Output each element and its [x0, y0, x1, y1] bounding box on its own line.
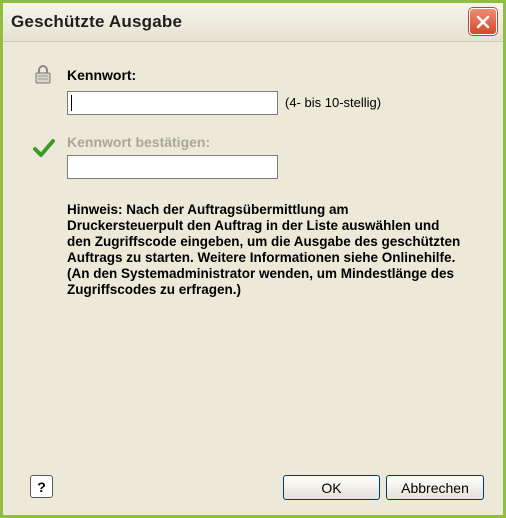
confirm-password-input[interactable]: [67, 155, 278, 179]
checkmark-icon: [33, 139, 55, 157]
help-button[interactable]: ?: [30, 475, 53, 498]
ok-button[interactable]: OK: [283, 475, 380, 500]
hint-text: Hinweis: Nach der Auftragsübermittlung a…: [67, 202, 461, 297]
password-input[interactable]: [67, 91, 278, 115]
password-label: Kennwort:: [67, 67, 137, 83]
text-caret: [71, 95, 72, 111]
close-button[interactable]: [469, 8, 497, 35]
dialog-title: Geschützte Ausgabe: [11, 12, 183, 31]
password-length-hint: (4- bis 10-stellig): [285, 95, 382, 110]
dialog-body: Kennwort: (4- bis 10-stellig) Kennwort b…: [3, 42, 503, 515]
close-icon: [476, 15, 490, 28]
confirm-password-label: Kennwort bestätigen:: [67, 134, 211, 150]
lock-icon: [35, 65, 51, 84]
dialog-window: Geschützte Ausgabe Kennwort: (4- bis 10-…: [0, 0, 506, 518]
cancel-button[interactable]: Abbrechen: [386, 475, 484, 500]
title-bar[interactable]: Geschützte Ausgabe: [3, 3, 503, 42]
